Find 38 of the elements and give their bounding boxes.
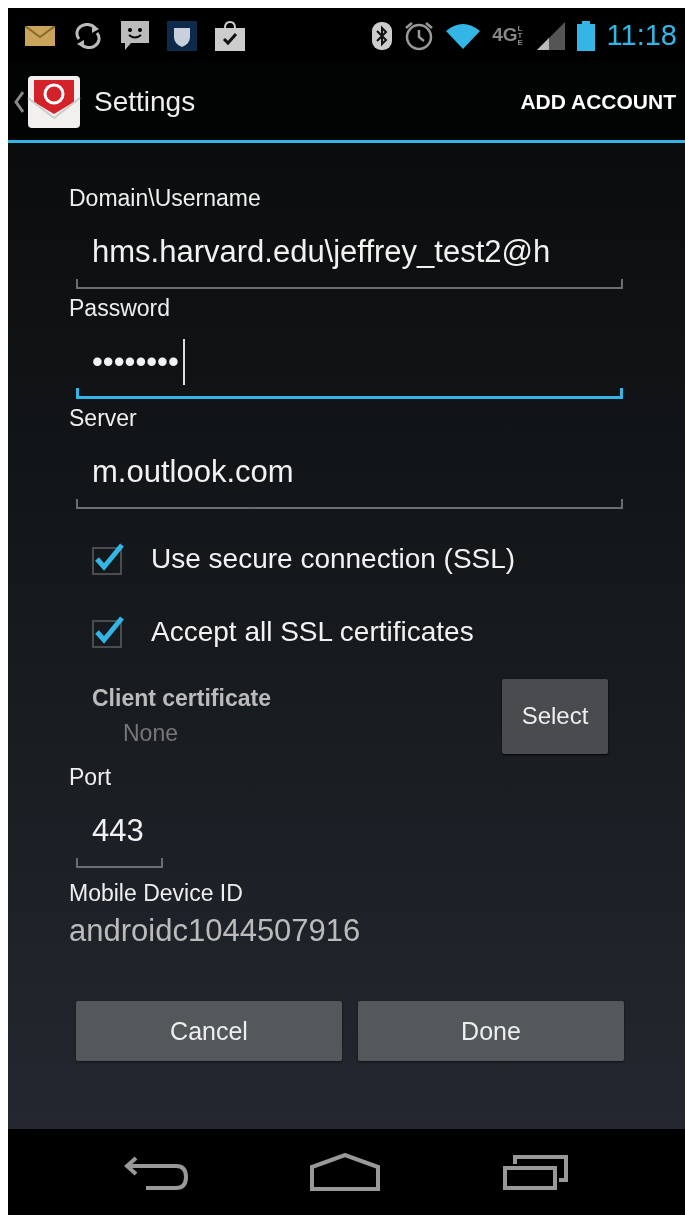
select-button[interactable]: Select [502, 678, 608, 754]
clock-time: 11:18 [606, 19, 677, 52]
input-field[interactable]: m.outlook.com [76, 437, 623, 509]
recent-apps-icon[interactable] [502, 1154, 569, 1190]
back-icon[interactable] [124, 1154, 189, 1190]
input-field[interactable]: •••••••• [76, 327, 623, 399]
add-account-button[interactable]: ADD ACCOUNT [520, 89, 676, 114]
home-icon[interactable] [310, 1153, 381, 1191]
wifi-icon [446, 22, 481, 49]
checkbox[interactable] [91, 541, 125, 576]
checkbox[interactable] [91, 614, 125, 649]
mail-icon [25, 25, 55, 46]
field-label: Server [69, 404, 138, 433]
input-field[interactable]: hms.harvard.edu\jeffrey_test2@h [76, 217, 623, 289]
field-label: Domain\Username [69, 184, 262, 213]
input-field[interactable]: 443 [76, 796, 163, 868]
field-label: Port [69, 763, 113, 792]
sync-icon [73, 22, 103, 49]
device-id-value: androidc1044507916 [69, 913, 362, 949]
dialog-button[interactable]: Done [358, 1001, 624, 1061]
certificate-value: None [122, 720, 179, 747]
text-cursor [182, 338, 185, 385]
alarm-icon [404, 20, 435, 51]
battery-icon [576, 20, 595, 51]
device-id-label: Mobile Device ID [69, 880, 244, 907]
checkbox-label: Use secure connection (SSL) [151, 542, 516, 575]
certificate-label: Client certificate [92, 685, 271, 712]
shopping-bag-icon [215, 20, 245, 51]
dialog-button[interactable]: Cancel [76, 1001, 342, 1061]
chat-icon [121, 20, 149, 51]
field-label: Password [69, 294, 171, 323]
shield-icon [167, 20, 197, 51]
bluetooth-icon [372, 21, 393, 50]
signal-icon [536, 21, 565, 50]
back-caret-icon[interactable] [14, 90, 24, 113]
checkbox-label: Accept all SSL certificates [151, 615, 474, 648]
screen-title: Settings [94, 85, 196, 118]
email-app-icon[interactable] [26, 73, 82, 130]
